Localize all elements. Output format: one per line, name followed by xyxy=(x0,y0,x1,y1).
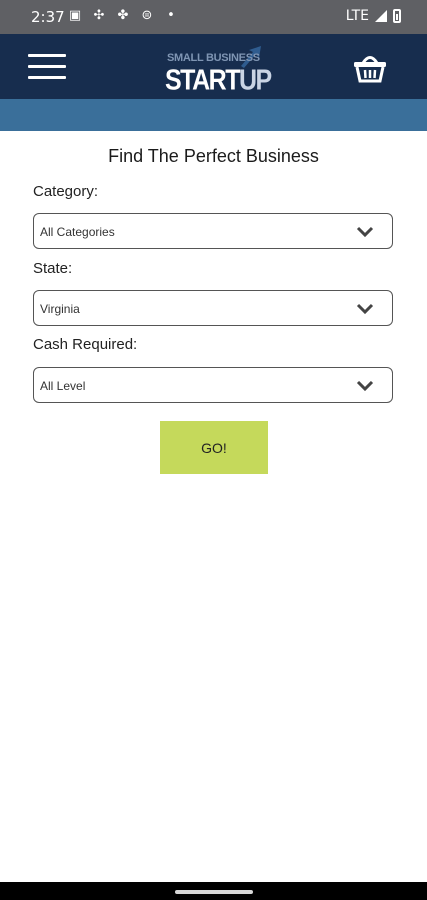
chevron-down-icon xyxy=(356,380,374,392)
chevron-down-icon xyxy=(356,226,374,238)
logo-startup: STARTUP xyxy=(165,64,272,97)
category-select[interactable]: All Categories xyxy=(33,213,393,249)
site-logo[interactable]: SMALL BUSINESS STARTUP xyxy=(165,46,272,96)
slack-icon: ✣ xyxy=(93,8,105,23)
go-button[interactable]: GO! xyxy=(160,421,268,474)
chevron-down-icon xyxy=(356,303,374,315)
basket-icon[interactable] xyxy=(352,50,388,84)
system-nav-bar xyxy=(0,882,427,900)
status-time: 2:37 xyxy=(31,8,65,26)
fan-icon: ✤ xyxy=(117,8,129,23)
battery-icon xyxy=(393,9,401,23)
home-gesture-handle[interactable] xyxy=(175,890,253,894)
logo-start-text: START xyxy=(165,64,240,97)
logo-small-business: SMALL BUSINESS xyxy=(167,52,260,64)
status-notification-icons: ▣ ✣ ✤ ⊜ • xyxy=(68,8,178,23)
state-select[interactable]: Virginia xyxy=(33,290,393,326)
app-header: SMALL BUSINESS STARTUP xyxy=(0,34,427,99)
state-select-value: Virginia xyxy=(40,302,80,316)
hamburger-menu-icon[interactable] xyxy=(28,54,66,79)
header-band xyxy=(0,99,427,131)
notification-icon: ▣ xyxy=(68,8,82,23)
category-label: Category: xyxy=(33,183,99,200)
status-right: LTE xyxy=(346,8,401,24)
cash-required-select[interactable]: All Level xyxy=(33,367,393,403)
dot-icon: • xyxy=(167,8,175,23)
status-bar: 2:37 ▣ ✣ ✤ ⊜ • LTE xyxy=(0,0,427,34)
cash-required-label: Cash Required: xyxy=(33,336,138,353)
state-label: State: xyxy=(33,260,73,277)
signal-icon xyxy=(375,10,387,22)
logo-up-text: UP xyxy=(238,64,272,97)
category-select-value: All Categories xyxy=(40,225,115,239)
page-title: Find The Perfect Business xyxy=(108,146,319,166)
sim-icon: ⊜ xyxy=(141,8,153,23)
cash-required-select-value: All Level xyxy=(40,379,86,393)
network-label: LTE xyxy=(345,8,369,24)
